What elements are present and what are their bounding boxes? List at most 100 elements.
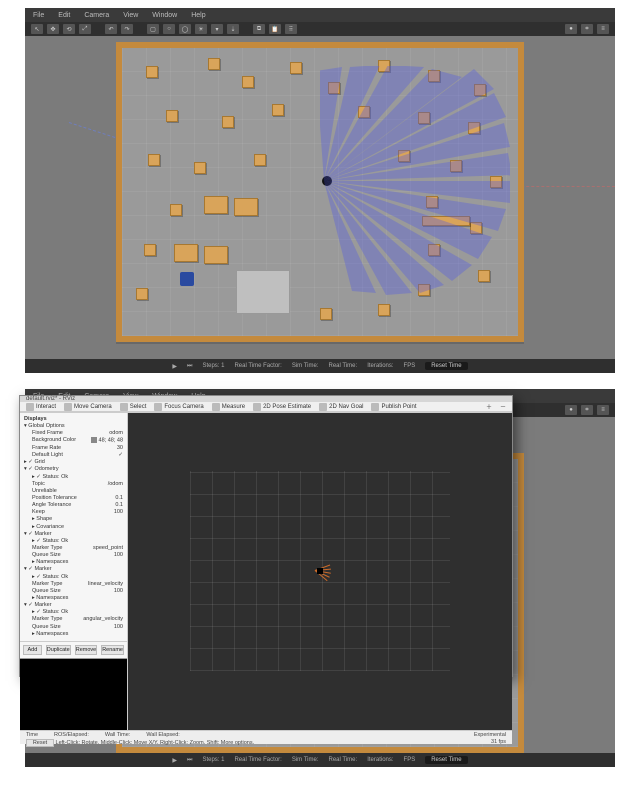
tool-2d-nav-goal[interactable]: 2D Nav Goal [319, 403, 363, 411]
cylinder-icon[interactable]: ◯ [179, 24, 191, 34]
minus-icon[interactable]: － [500, 402, 506, 411]
gazebo-viewport[interactable] [25, 36, 615, 359]
record-icon[interactable]: ● [565, 405, 577, 415]
play-icon[interactable]: ▶ [172, 363, 177, 370]
menu-window[interactable]: Window [152, 12, 177, 19]
prop-status-ok: ▸ ✓ Status: Ok [32, 474, 68, 481]
experimental-label: Experimental [474, 732, 506, 738]
screenshot-icon[interactable]: ⌗ [581, 24, 593, 34]
displays-panel[interactable]: Displays ▾ Global Options Fixed Frameodo… [20, 413, 127, 641]
sphere-icon[interactable]: ○ [163, 24, 175, 34]
prop-fixed-frame[interactable]: Fixed Frame [32, 430, 63, 437]
light-spot-icon[interactable]: ▾ [211, 24, 223, 34]
prop-default-light[interactable]: Default Light [32, 452, 63, 459]
menu-edit[interactable]: Edit [58, 12, 70, 19]
prop-marker-topic-2[interactable]: Marker Type [32, 581, 62, 588]
obstacle-box [320, 308, 332, 320]
screenshot-icon[interactable]: ⌗ [581, 405, 593, 415]
move-icon[interactable]: ✥ [47, 24, 59, 34]
prop-ang-tol[interactable]: Angle Tolerance [32, 502, 71, 509]
snap-icon[interactable]: ⠿ [285, 24, 297, 34]
gazebo-bottombar-2: ▶ ⏭ Steps: 1 Real Time Factor: Sim Time:… [25, 753, 615, 767]
display-grid[interactable]: ▸ ✓ Grid [24, 459, 45, 466]
play-icon[interactable]: ▶ [172, 757, 177, 764]
display-marker-2[interactable]: ▾ ✓ Marker [24, 566, 52, 573]
reset-button[interactable]: Reset [26, 739, 54, 747]
obstacle-box [272, 104, 284, 116]
rviz-3d-view[interactable] [128, 413, 512, 730]
light-dir-icon[interactable]: ⇣ [227, 24, 239, 34]
paste-icon[interactable]: 📋 [269, 24, 281, 34]
obstacle-box [208, 58, 220, 70]
record-icon[interactable]: ● [565, 24, 577, 34]
rotate-icon[interactable]: ⟲ [63, 24, 75, 34]
prop-marker-topic-3[interactable]: Marker Type [32, 616, 62, 623]
menu-help[interactable]: Help [191, 12, 205, 19]
display-marker-1[interactable]: ▾ ✓ Marker [24, 531, 52, 538]
prop-ns-3[interactable]: ▸ Namespaces [32, 631, 68, 638]
display-odometry[interactable]: ▾ ✓ Odometry [24, 466, 59, 473]
prop-keep[interactable]: Keep [32, 509, 45, 516]
tool-focus-camera[interactable]: Focus Camera [154, 403, 203, 411]
duplicate-button[interactable]: Duplicate [46, 645, 71, 655]
iters-label: Iterations: [367, 757, 393, 763]
obstacle-box [470, 222, 482, 234]
obstacle-box [328, 82, 340, 94]
scale-icon[interactable]: ⤢ [79, 24, 91, 34]
menu-view[interactable]: View [123, 12, 138, 19]
tool-2d-pose-estimate[interactable]: 2D Pose Estimate [253, 403, 311, 411]
obstacle-box [290, 62, 302, 74]
add-button[interactable]: Add [23, 645, 42, 655]
menu-camera[interactable]: Camera [84, 12, 109, 19]
display-marker-3[interactable]: ▾ ✓ Marker [24, 602, 52, 609]
prop-topic[interactable]: Topic [32, 481, 45, 488]
obstacle-large-box [204, 196, 228, 214]
displays-buttons: Add Duplicate Remove Rename [20, 641, 127, 658]
menu-file[interactable]: File [33, 12, 44, 19]
prop-marker-topic[interactable]: Marker Type [32, 545, 62, 552]
log-icon[interactable]: ≡ [597, 24, 609, 34]
obstacle-box [170, 204, 182, 216]
prop-ns[interactable]: ▸ Namespaces [32, 559, 68, 566]
tool-move-camera[interactable]: Move Camera [64, 403, 112, 411]
obstacle-box [426, 196, 438, 208]
prop-queue-2[interactable]: Queue Size [32, 588, 61, 595]
box-icon[interactable]: ▢ [147, 24, 159, 34]
prop-bg-color[interactable]: Background Color [32, 437, 76, 445]
rviz-left-panel: Displays ▾ Global Options Fixed Frameodo… [20, 413, 128, 730]
tool-select[interactable]: Select [120, 403, 147, 411]
reset-time-button[interactable]: Reset Time [425, 756, 467, 764]
tool-interact[interactable]: Interact [26, 403, 56, 411]
ruler-icon [212, 403, 220, 411]
prop-frame-rate[interactable]: Frame Rate [32, 445, 61, 452]
tool-measure[interactable]: Measure [212, 403, 245, 411]
light-point-icon[interactable]: ☀ [195, 24, 207, 34]
step-icon[interactable]: ⏭ [187, 757, 192, 764]
remove-button[interactable]: Remove [75, 645, 97, 655]
display-global-options[interactable]: ▾ Global Options [24, 423, 65, 430]
fps-label: FPS [404, 363, 416, 369]
tool-publish-point[interactable]: Publish Point [371, 403, 416, 411]
camera-view-panel [20, 658, 127, 730]
gazebo-window: File Edit Camera View Window Help ↖ ✥ ⟲ … [25, 8, 615, 373]
plus-icon[interactable]: ＋ [486, 402, 492, 411]
gazebo-menubar: File Edit Camera View Window Help [25, 8, 615, 22]
prop-pos-tol[interactable]: Position Tolerance [32, 495, 77, 502]
robot-icon [317, 568, 323, 574]
rename-button[interactable]: Rename [101, 645, 124, 655]
prop-shape[interactable]: ▸ Shape [32, 516, 52, 523]
prop-unreliable[interactable]: Unreliable [32, 488, 57, 495]
prop-cov[interactable]: ▸ Covariance [32, 524, 64, 531]
redo-icon[interactable]: ↷ [121, 24, 133, 34]
arrow-icon[interactable]: ↖ [31, 24, 43, 34]
prop-queue-3[interactable]: Queue Size [32, 624, 61, 631]
reset-time-button[interactable]: Reset Time [425, 362, 467, 370]
simtime-label: Sim Time: [292, 363, 319, 369]
prop-ns-2[interactable]: ▸ Namespaces [32, 595, 68, 602]
undo-icon[interactable]: ↶ [105, 24, 117, 34]
prop-queue[interactable]: Queue Size [32, 552, 61, 559]
step-icon[interactable]: ⏭ [187, 363, 192, 370]
obstacle-large-box [234, 198, 258, 216]
copy-icon[interactable]: ⧉ [253, 24, 265, 34]
log-icon[interactable]: ≡ [597, 405, 609, 415]
